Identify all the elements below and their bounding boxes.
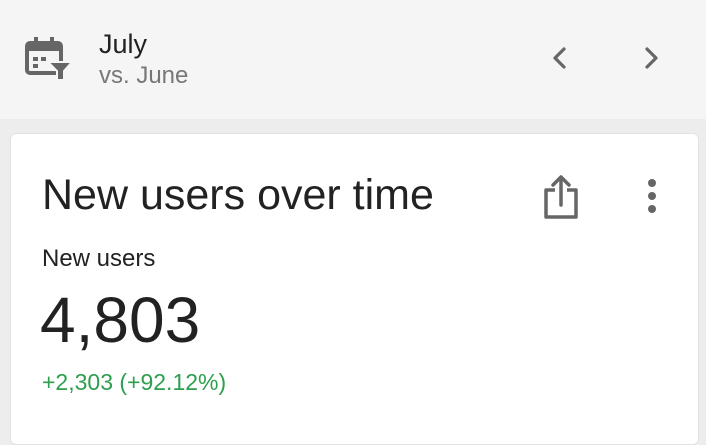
previous-period-button[interactable] — [540, 38, 580, 78]
share-button[interactable] — [538, 172, 584, 222]
calendar-filter-icon[interactable] — [24, 36, 75, 82]
more-vert-icon — [648, 179, 656, 213]
metric-value: 4,803 — [40, 284, 201, 356]
date-range-header[interactable]: July vs. June — [0, 0, 706, 119]
date-range-title: July — [99, 29, 148, 59]
next-period-button[interactable] — [631, 38, 671, 78]
chevron-left-icon — [553, 47, 566, 69]
new-users-card: New users over time New users 4,803 +2,3… — [10, 133, 699, 445]
date-range-comparison: vs. June — [99, 62, 189, 89]
chevron-right-icon — [645, 47, 658, 69]
metric-label: New users — [42, 245, 156, 272]
metric-change: +2,303 (+92.12%) — [42, 369, 227, 395]
share-icon — [544, 175, 578, 219]
card-title: New users over time — [42, 171, 434, 219]
more-options-button[interactable] — [634, 174, 670, 218]
